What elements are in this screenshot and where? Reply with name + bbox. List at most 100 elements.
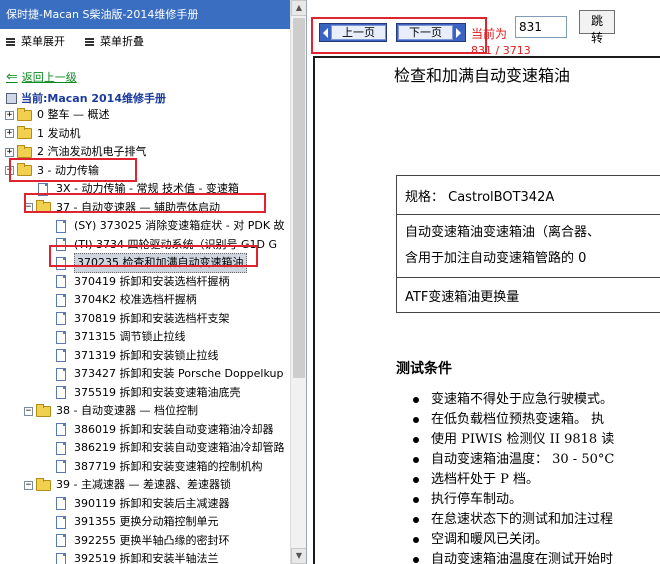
menu-icon xyxy=(6,37,15,46)
tree-document[interactable]: (SY) 373025 消除变速箱症状 - 对 PDK 故 xyxy=(56,217,285,235)
tree-document[interactable]: 392519 拆卸和安装半轴法兰 xyxy=(56,550,219,564)
tree-item-label: 2 汽油发动机电子排气 xyxy=(37,145,147,158)
expand-icon[interactable]: + xyxy=(5,147,14,157)
tree-document[interactable]: 390119 拆卸和安装后主减速器 xyxy=(56,495,230,513)
tree-item-label: 392255 更换半轴凸缘的密封环 xyxy=(74,533,230,547)
condition-item: 使用 PIWIS 检测仪 II 9818 读 xyxy=(411,430,614,450)
document-icon xyxy=(56,275,66,288)
previous-page-button[interactable]: 上一页 xyxy=(319,23,387,42)
tree-document[interactable]: 386019 拆卸和安装自动变速箱油冷却器 xyxy=(56,421,274,439)
next-page-label: 下一页 xyxy=(398,25,453,40)
tree-folder[interactable]: +0 整车 — 概述 xyxy=(5,106,110,124)
document-icon xyxy=(56,441,66,455)
previous-page-label: 上一页 xyxy=(331,25,386,40)
tree-document[interactable]: 392255 更换半轴凸缘的密封环 xyxy=(56,532,230,550)
tree-item-label: 390119 拆卸和安装后主减速器 xyxy=(74,496,230,510)
spec-cell: 规格： CastrolBOT342A xyxy=(396,175,660,215)
tree-item-label: 386019 拆卸和安装自动变速箱油冷却器 xyxy=(74,422,274,436)
document-icon xyxy=(56,256,66,270)
document-icon xyxy=(56,330,66,344)
tree-item-label: 39 - 主减速器 — 差速器、差速器锁 xyxy=(56,478,231,491)
document-icon xyxy=(56,552,66,564)
triangle-left-icon xyxy=(323,27,328,38)
collapse-icon[interactable]: − xyxy=(24,406,33,416)
tree-document[interactable]: 373427 拆卸和安装 Porsche Doppelkup xyxy=(56,365,283,383)
document-icon xyxy=(38,182,48,196)
tree-document[interactable]: 371315 调节锁止拉线 xyxy=(56,328,186,346)
document-icon xyxy=(56,515,66,529)
menu-toolbar: 菜单展开 菜单折叠 xyxy=(0,29,290,53)
condition-list: 变速箱不得处于应急行驶模式。 在低负载档位预热变速箱。 执使用 PIWIS 检测仪… xyxy=(411,390,614,564)
condition-item: 执行停车制动。 xyxy=(411,490,614,510)
tree-item-label: 392519 拆卸和安装半轴法兰 xyxy=(74,552,219,564)
document-icon xyxy=(56,367,66,381)
menu-collapse-label: 菜单折叠 xyxy=(100,35,144,48)
spec-text-line: 含用于加注自动变速箱管路的 0 xyxy=(405,251,587,266)
folder-icon xyxy=(17,107,32,121)
tree-folder[interactable]: − 39 - 主减速器 — 差速器、差速器锁 xyxy=(24,476,231,494)
goto-button[interactable]: 跳转 xyxy=(579,10,615,45)
tree-item-label: 370235 检查和加满自动变速箱油 xyxy=(74,253,247,273)
condition-item: 选档杆处于 P 档。 xyxy=(411,470,614,490)
document-pane: 上一页 下一页 当前为 跳转 831 / 3713 检查和加满自动变速箱油 规格… xyxy=(307,0,660,564)
expand-icon[interactable]: + xyxy=(5,110,14,120)
tree-item-label: 1 发动机 xyxy=(37,126,81,140)
current-location-label: 当前:Macan 2014维修手册 xyxy=(21,92,166,105)
tree-item-label: 375519 拆卸和安装变速箱油底壳 xyxy=(74,385,241,399)
tree-folder[interactable]: − 38 - 自动变速器 — 档位控制 xyxy=(24,402,198,420)
document-icon xyxy=(56,386,66,399)
tree-scrollbar[interactable]: ▲ ▼ xyxy=(290,0,306,564)
menu-expand-button[interactable]: 菜单展开 xyxy=(6,33,65,49)
menu-icon xyxy=(85,37,94,46)
collapse-icon[interactable]: − xyxy=(24,480,33,490)
folder-open-icon xyxy=(17,163,32,176)
scroll-up-icon[interactable]: ▲ xyxy=(291,0,306,16)
tree-folder[interactable]: +2 汽油发动机电子排气 xyxy=(5,143,147,161)
tree-document[interactable]: (TI) 3734 四轮驱动系统（识别号 G1D G xyxy=(56,236,277,254)
tree-document[interactable]: 371319 拆卸和安装锁止拉线 xyxy=(56,347,219,365)
computer-icon xyxy=(6,92,17,104)
tree-document[interactable]: 3X - 动力传输 - 常规 技术值 - 变速箱 xyxy=(38,180,239,198)
condition-item: 空调和暖风已关闭。 xyxy=(411,530,614,550)
back-link[interactable]: ⇐ 返回上一级 xyxy=(6,69,77,85)
spec-cell: ATF变速箱油更换量 xyxy=(396,277,660,313)
tree-document[interactable]: 391355 更换分动箱控制单元 xyxy=(56,513,219,531)
tree-item-label: 387719 拆卸和安装变速箱的控制机构 xyxy=(74,459,263,473)
section-heading: 测试条件 xyxy=(396,361,452,377)
tree-item-label: 391355 更换分动箱控制单元 xyxy=(74,515,219,528)
tree-document[interactable]: 375519 拆卸和安装变速箱油底壳 xyxy=(56,384,241,402)
triangle-right-icon xyxy=(456,27,461,38)
tree-item-label: 37 - 自动变速器 — 辅助壳体启动 xyxy=(56,200,220,214)
tree-document[interactable]: 387719 拆卸和安装变速箱的控制机构 xyxy=(56,458,263,476)
folder-open-icon xyxy=(36,403,51,417)
folder-open-icon xyxy=(36,477,51,491)
page-number-input[interactable] xyxy=(515,16,567,38)
back-arrow-icon: ⇐ xyxy=(6,69,18,85)
tree-document[interactable]: 370419 拆卸和安装选档杆握柄 xyxy=(56,273,230,291)
document-icon xyxy=(56,349,66,362)
folder-icon xyxy=(17,144,32,158)
tree-item-label: 386219 拆卸和安装自动变速箱油冷却管路 xyxy=(74,441,285,454)
menu-collapse-button[interactable]: 菜单折叠 xyxy=(85,33,144,49)
document-viewer[interactable]: 检查和加满自动变速箱油 规格： CastrolBOT342A 自动变速箱油变速箱… xyxy=(313,56,660,564)
scroll-thumb[interactable] xyxy=(293,18,305,378)
tree-document[interactable]: 3704K2 校准选档杆握柄 xyxy=(56,291,197,309)
document-icon xyxy=(56,219,66,233)
collapse-icon[interactable]: − xyxy=(5,166,14,175)
scroll-down-icon[interactable]: ▼ xyxy=(291,548,306,564)
condition-item: 自动变速箱油温度在测试开始时 xyxy=(411,550,614,564)
collapse-icon[interactable]: − xyxy=(24,203,33,212)
document-icon xyxy=(56,238,66,251)
next-page-button[interactable]: 下一页 xyxy=(396,23,466,42)
tree-folder[interactable]: − 37 - 自动变速器 — 辅助壳体启动 xyxy=(24,199,220,217)
window-title: 保时捷-Macan S柴油版-2014维修手册 xyxy=(0,0,306,29)
tree-document-selected[interactable]: 370235 检查和加满自动变速箱油 xyxy=(56,253,247,273)
tree-folder[interactable]: +1 发动机 xyxy=(5,125,81,143)
expand-icon[interactable]: + xyxy=(5,129,14,138)
tree-folder[interactable]: − 3 - 动力传输 xyxy=(5,162,99,180)
tree-document[interactable]: 370819 拆卸和安装选档杆支架 xyxy=(56,310,230,328)
document-icon xyxy=(56,423,66,436)
tree-item-label: 370419 拆卸和安装选档杆握柄 xyxy=(74,274,230,288)
tree-document[interactable]: 386219 拆卸和安装自动变速箱油冷却管路 xyxy=(56,439,285,457)
spec-table: 规格： CastrolBOT342A 自动变速箱油变速箱油（离合器、 含用于加注… xyxy=(396,175,660,313)
